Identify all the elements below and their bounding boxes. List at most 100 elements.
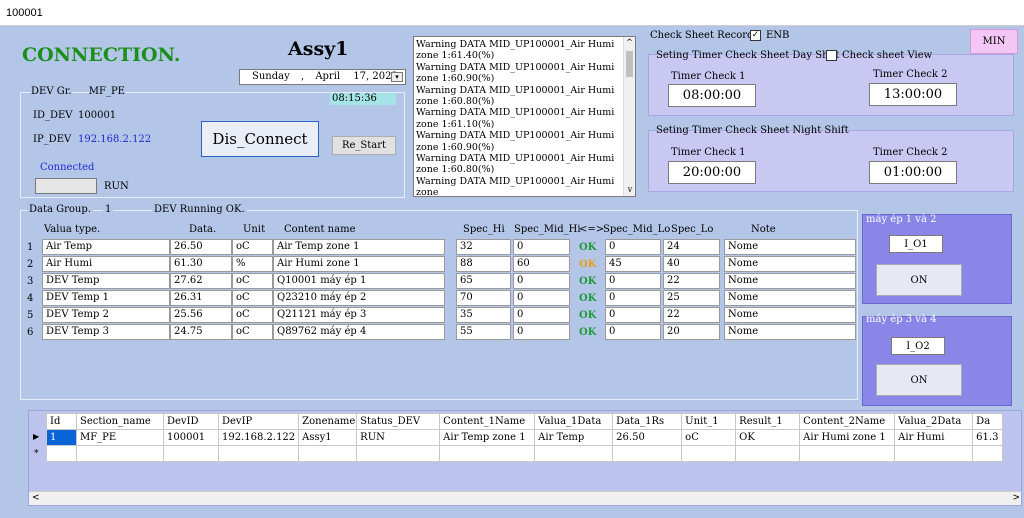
grid-header-result-1[interactable]: Result_1: [735, 413, 801, 430]
output-2-on-button[interactable]: ON: [876, 364, 962, 396]
grid-cell[interactable]: 100001: [163, 429, 219, 446]
grid-header-valua-2data[interactable]: Valua_2Data: [894, 413, 974, 430]
check-sheet-view-checkbox[interactable]: [826, 50, 837, 61]
grid-new-cell[interactable]: [735, 445, 801, 462]
grid-cell[interactable]: Air Humi zone 1: [799, 429, 896, 446]
row-5-data[interactable]: 25.56: [170, 307, 232, 323]
row-1-unit[interactable]: oC: [232, 239, 273, 255]
grid-cell[interactable]: 1: [46, 429, 77, 446]
row-3-content[interactable]: Q10001 máy ép 1: [273, 273, 445, 289]
row-4-data[interactable]: 26.31: [170, 290, 232, 306]
row-1-spec-mid-lo[interactable]: 0: [605, 239, 661, 255]
grid-new-cell[interactable]: [163, 445, 219, 462]
row-2-type[interactable]: Air Humi: [42, 256, 170, 272]
row-6-unit[interactable]: oC: [232, 324, 273, 340]
night-timer1-input[interactable]: 20:00:00: [668, 161, 756, 184]
grid-new-cell[interactable]: [612, 445, 683, 462]
grid-cell[interactable]: RUN: [356, 429, 441, 446]
row-2-spec-hi[interactable]: 88: [456, 256, 511, 272]
grid-new-cell[interactable]: [894, 445, 974, 462]
grid-new-cell[interactable]: [356, 445, 441, 462]
row-5-unit[interactable]: oC: [232, 307, 273, 323]
row-6-spec-hi[interactable]: 55: [456, 324, 511, 340]
row-3-unit[interactable]: oC: [232, 273, 273, 289]
grid-cell[interactable]: Air Temp zone 1: [439, 429, 536, 446]
row-3-spec-mid-lo[interactable]: 0: [605, 273, 661, 289]
row-5-note[interactable]: Nome: [724, 307, 856, 323]
scroll-right-icon[interactable]: >: [1012, 493, 1020, 503]
row-2-note[interactable]: Nome: [724, 256, 856, 272]
grid-new-cell[interactable]: [217, 445, 300, 462]
row-6-note[interactable]: Nome: [724, 324, 856, 340]
grid-new-cell[interactable]: [534, 445, 614, 462]
restart-button[interactable]: Re_Start: [332, 136, 396, 155]
grid-header-valua-1data[interactable]: Valua_1Data: [534, 413, 614, 430]
row-4-content[interactable]: Q23210 máy ép 2: [273, 290, 445, 306]
grid-header-zonename[interactable]: Zonename: [298, 413, 358, 430]
row-6-spec-mid-lo[interactable]: 0: [605, 324, 661, 340]
row-3-data[interactable]: 27.62: [170, 273, 232, 289]
row-1-note[interactable]: Nome: [724, 239, 856, 255]
day-timer1-input[interactable]: 08:00:00: [668, 84, 756, 107]
scroll-thumb[interactable]: [626, 51, 633, 77]
row-6-spec-lo[interactable]: 20: [663, 324, 720, 340]
grid-header-id[interactable]: Id: [46, 413, 77, 430]
grid-new-cell[interactable]: [46, 445, 77, 462]
date-picker[interactable]: Sunday , April 17, 2022 ▾: [239, 69, 406, 85]
row-3-note[interactable]: Nome: [724, 273, 856, 289]
scroll-left-icon[interactable]: <: [32, 493, 40, 503]
day-timer2-input[interactable]: 13:00:00: [869, 83, 957, 106]
row-6-data[interactable]: 24.75: [170, 324, 232, 340]
row-5-spec-hi[interactable]: 35: [456, 307, 511, 323]
row-1-spec-mid-hi[interactable]: 0: [513, 239, 570, 255]
grid-horizontal-scrollbar[interactable]: < >: [29, 491, 1021, 505]
grid-header-section-name[interactable]: Section_name: [76, 413, 164, 430]
row-2-spec-mid-lo[interactable]: 45: [605, 256, 661, 272]
row-1-content[interactable]: Air Temp zone 1: [273, 239, 445, 255]
row-2-unit[interactable]: %: [232, 256, 273, 272]
grid-new-cell[interactable]: [76, 445, 164, 462]
grid-cell[interactable]: OK: [735, 429, 801, 446]
calendar-dropdown-icon[interactable]: ▾: [391, 72, 403, 82]
row-6-content[interactable]: Q89762 máy ép 4: [273, 324, 445, 340]
row-5-spec-mid-lo[interactable]: 0: [605, 307, 661, 323]
grid-header-content-2name[interactable]: Content_2Name: [799, 413, 896, 430]
row-3-spec-lo[interactable]: 22: [663, 273, 720, 289]
grid-header-devip[interactable]: DevIP: [217, 413, 300, 430]
enb-checkbox[interactable]: ✓: [750, 30, 761, 41]
row-5-content[interactable]: Q21121 máy ép 3: [273, 307, 445, 323]
grid-cell[interactable]: 61.3: [972, 429, 1004, 446]
grid-cell[interactable]: 26.50: [612, 429, 683, 446]
row-4-spec-lo[interactable]: 25: [663, 290, 720, 306]
grid-cell[interactable]: oC: [681, 429, 737, 446]
grid-header-da[interactable]: Da: [972, 413, 1004, 430]
warning-log-list[interactable]: Warning DATA MID_UP100001_Air Humi zone …: [413, 36, 636, 197]
row-4-spec-mid-hi[interactable]: 0: [513, 290, 570, 306]
row-3-spec-mid-hi[interactable]: 0: [513, 273, 570, 289]
row-4-spec-hi[interactable]: 70: [456, 290, 511, 306]
row-5-spec-mid-hi[interactable]: 0: [513, 307, 570, 323]
row-2-content[interactable]: Air Humi zone 1: [273, 256, 445, 272]
grid-cell[interactable]: Air Temp: [534, 429, 614, 446]
night-timer2-input[interactable]: 01:00:00: [869, 161, 957, 184]
grid-new-cell[interactable]: [799, 445, 896, 462]
row-3-type[interactable]: DEV Temp: [42, 273, 170, 289]
row-1-type[interactable]: Air Temp: [42, 239, 170, 255]
grid-cell[interactable]: Assy1: [298, 429, 358, 446]
grid-new-cell[interactable]: [439, 445, 536, 462]
row-3-spec-hi[interactable]: 65: [456, 273, 511, 289]
grid-cell[interactable]: 192.168.2.122: [217, 429, 300, 446]
data-grid[interactable]: Id Section_name DevID DevIP Zonename Status_D…: [28, 410, 1022, 506]
row-6-type[interactable]: DEV Temp 3: [42, 324, 170, 340]
row-5-type[interactable]: DEV Temp 2: [42, 307, 170, 323]
grid-header-status-dev[interactable]: Status_DEV: [356, 413, 441, 430]
row-4-note[interactable]: Nome: [724, 290, 856, 306]
log-scrollbar[interactable]: ^ v: [623, 37, 635, 196]
grid-header-unit-1[interactable]: Unit_1: [681, 413, 737, 430]
grid-header-data-1rs[interactable]: Data_1Rs: [612, 413, 683, 430]
row-6-spec-mid-hi[interactable]: 0: [513, 324, 570, 340]
row-1-spec-hi[interactable]: 32: [456, 239, 511, 255]
row-1-spec-lo[interactable]: 24: [663, 239, 720, 255]
min-button[interactable]: MIN: [970, 29, 1018, 54]
row-2-spec-lo[interactable]: 40: [663, 256, 720, 272]
